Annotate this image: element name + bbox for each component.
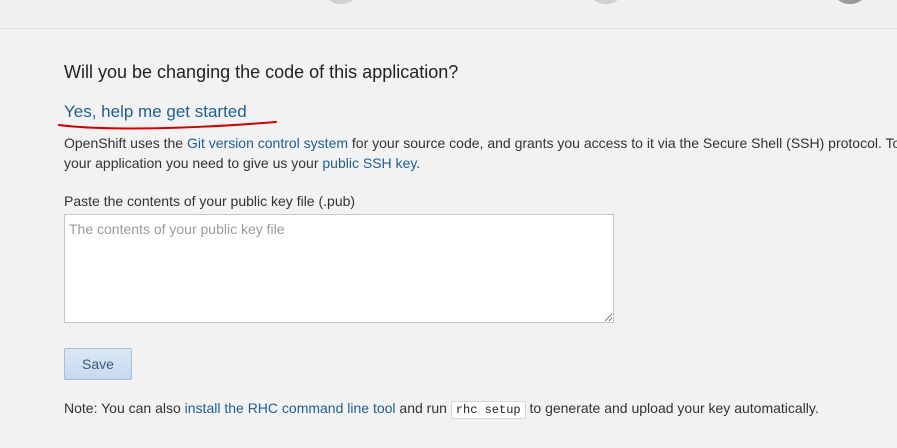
ssh-description: OpenShift uses the Git version control s…: [64, 133, 897, 173]
page: Will you be changing the code of this ap…: [0, 0, 897, 448]
rhc-note: Note: You can also install the RHC comma…: [64, 400, 819, 419]
rhc-setup-command: rhc setup: [450, 401, 526, 419]
page-question-heading: Will you be changing the code of this ap…: [64, 62, 459, 82]
note-suffix: to generate and upload your key automati…: [525, 400, 819, 416]
git-version-control-link[interactable]: Git version control system: [187, 135, 348, 151]
public-key-textarea[interactable]: [64, 214, 614, 323]
description-text-1: OpenShift uses the: [64, 135, 187, 151]
description-text-3: your application you need to give us you…: [64, 155, 323, 171]
red-underline-annotation: [58, 121, 277, 130]
step-indicator-1: [327, 0, 355, 4]
note-prefix: Note: You can also: [64, 400, 185, 416]
save-button[interactable]: Save: [64, 348, 132, 380]
description-text-2: for your source code, and grants you acc…: [351, 135, 897, 151]
step-progress-bar: [0, 0, 897, 29]
public-ssh-key-link[interactable]: public SSH key: [322, 155, 416, 171]
step-indicator-3: [836, 0, 864, 4]
note-middle: and run: [395, 400, 451, 416]
public-key-label: Paste the contents of your public key fi…: [64, 193, 356, 209]
description-text-4: .: [416, 155, 421, 171]
step-indicator-2: [592, 0, 620, 4]
install-rhc-link[interactable]: install the RHC command line tool: [185, 400, 396, 416]
